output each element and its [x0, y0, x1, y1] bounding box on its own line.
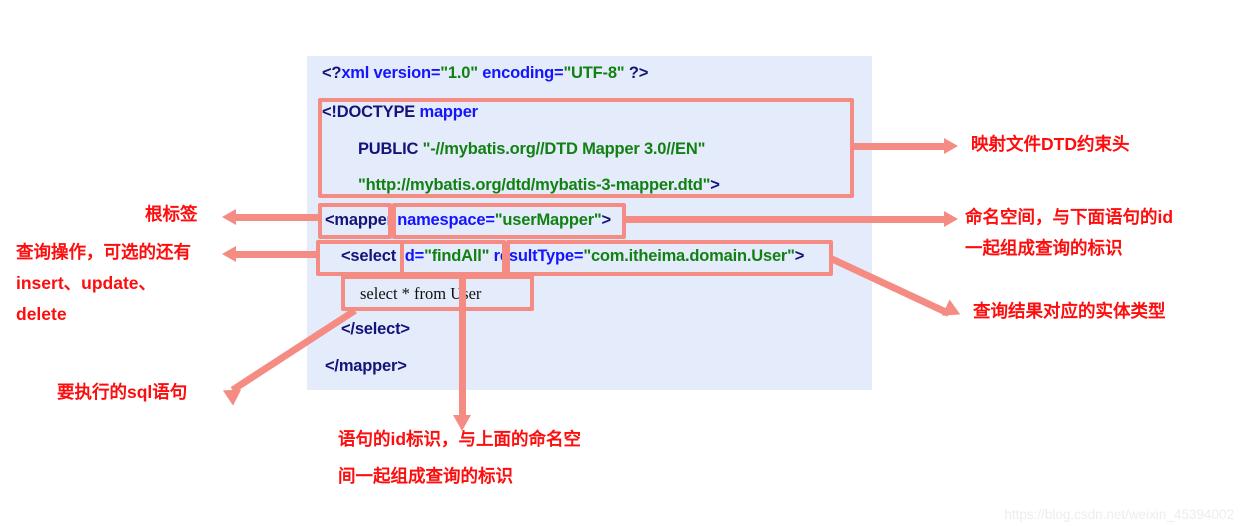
arrow-head-root-tag — [222, 209, 236, 225]
annotation-query-operation-line1: 查询操作，可选的还有 — [16, 242, 191, 262]
arrow-head-query-operation — [222, 246, 236, 262]
arrow-line-root-tag — [236, 214, 320, 221]
arrow-head-dtd-header — [944, 138, 958, 154]
highlight-box-namespace-attribute — [392, 203, 626, 239]
annotation-query-operation-line2: insert、update、 — [16, 273, 157, 293]
arrow-line-dtd-header — [854, 143, 946, 150]
annotation-sql-statement: 要执行的sql语句 — [57, 382, 188, 402]
highlight-box-result-type-attribute — [506, 240, 833, 276]
highlight-box-dtd-header — [318, 98, 854, 198]
arrow-head-namespace — [944, 211, 958, 227]
annotation-result-type: 查询结果对应的实体类型 — [973, 301, 1166, 321]
code-line-xml-declaration: <?xml version="1.0" encoding="UTF-8" ?> — [322, 64, 649, 82]
arrow-line-id-attribute — [459, 276, 466, 418]
csdn-watermark: https://blog.csdn.net/weixin_45394002 — [1004, 507, 1234, 522]
annotation-namespace-line1: 命名空间，与下面语句的id — [965, 207, 1174, 227]
code-line-select-close-tag: </select> — [341, 320, 410, 338]
annotation-id-note-line1: 语句的id标识，与上面的命名空 — [338, 429, 582, 449]
annotation-root-tag: 根标签 — [145, 204, 198, 224]
arrow-head-result-type — [941, 299, 965, 323]
highlight-box-id-attribute — [400, 240, 506, 276]
arrow-line-namespace — [626, 216, 946, 223]
annotation-namespace-line2: 一起组成查询的标识 — [965, 238, 1123, 258]
annotation-query-operation-line3: delete — [16, 304, 67, 324]
annotation-dtd-header: 映射文件DTD约束头 — [971, 134, 1130, 154]
annotation-id-note-line2: 间一起组成查询的标识 — [338, 466, 513, 486]
arrow-line-query-operation — [236, 251, 320, 258]
highlight-box-mapper-root-tag — [318, 203, 392, 239]
code-line-mapper-close-tag: </mapper> — [325, 357, 407, 375]
highlight-box-sql-statement — [341, 275, 534, 311]
